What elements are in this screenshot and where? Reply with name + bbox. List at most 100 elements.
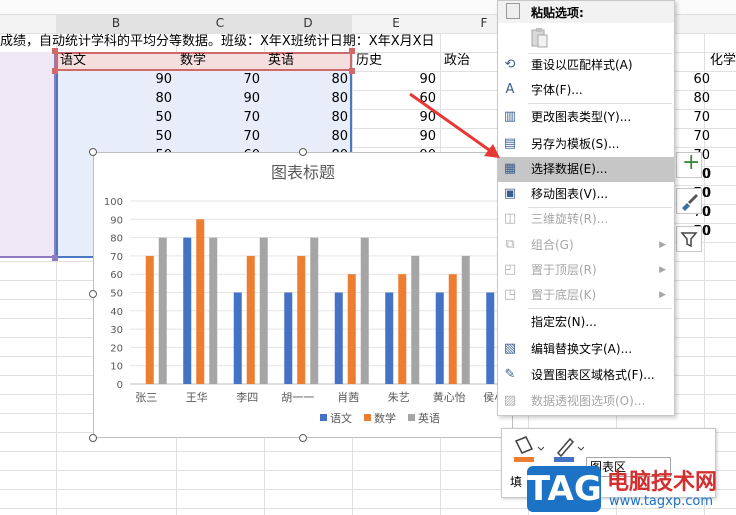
y-tick-label: 70	[110, 252, 123, 263]
chart-resize-handle-tl[interactable]	[89, 148, 97, 156]
data-cell[interactable]: 70	[176, 71, 260, 89]
header-cell-chemistry[interactable]: 化学	[710, 52, 736, 70]
chart-filters-button[interactable]	[676, 226, 702, 252]
header-cell-politics[interactable]: 政治	[444, 52, 470, 70]
paste-options-label: 粘贴选项:	[531, 6, 584, 20]
bar-英语-黄心怡[interactable]	[461, 255, 470, 384]
bar-英语-朱艺[interactable]	[411, 255, 420, 384]
menu-item-13[interactable]: ▨ 数据透视图选项(O)...	[498, 389, 674, 414]
menu-item-2[interactable]: ▥ 更改图表类型(Y)...	[498, 105, 674, 130]
data-cell[interactable]: 70	[676, 128, 710, 146]
chart-title[interactable]: 图表标题	[271, 163, 335, 182]
paint-bucket-icon	[514, 436, 545, 462]
bar-语文-肖茜[interactable]	[334, 292, 343, 385]
data-cell[interactable]: 50	[56, 128, 172, 146]
data-cell-partial[interactable]: 0	[703, 204, 711, 222]
chart-resize-handle-bm[interactable]	[299, 434, 307, 442]
data-cell[interactable]: 50	[56, 109, 172, 127]
chart-elements-button[interactable]: +	[676, 150, 702, 178]
data-cell[interactable]: 80	[264, 109, 348, 127]
bar-数学-黄心怡[interactable]	[448, 274, 457, 384]
bar-数学-胡一一[interactable]	[297, 255, 306, 384]
header-cell-english[interactable]: 英语	[268, 52, 294, 70]
menu-item-8[interactable]: ◰ 置于顶层(R) ▶	[498, 258, 674, 283]
menu-separator	[528, 103, 672, 104]
menu-item-3[interactable]: ▤ 另存为模板(S)...	[498, 132, 674, 157]
chart-resize-handle-ml[interactable]	[89, 290, 97, 298]
menu-item-4[interactable]: ▦ 选择数据(E)...	[498, 157, 674, 182]
y-tick-label: 60	[110, 270, 123, 281]
col-header-b[interactable]: B	[56, 14, 177, 34]
menu-item-6[interactable]: ◫ 三维旋转(R)...	[498, 207, 674, 232]
bar-英语-李四[interactable]	[259, 237, 268, 384]
chart-resize-handle-bl[interactable]	[89, 434, 97, 442]
y-tick-label: 90	[110, 215, 123, 226]
menu-item-0[interactable]: ⟲ 重设以匹配样式(A)	[498, 53, 674, 78]
header-cell-math[interactable]: 数学	[180, 52, 206, 70]
context-menu[interactable]: 粘贴选项: ⟲ 重设以匹配样式(A) A 字体(F)... ▥ 更改图表类型(Y)... ▤…	[497, 0, 675, 416]
data-cell[interactable]: 80	[264, 128, 348, 146]
y-tick-label: 30	[110, 325, 123, 336]
col-header-e[interactable]: E	[352, 14, 441, 34]
data-cell[interactable]: 70	[176, 109, 260, 127]
legend-entry[interactable]: 数学	[374, 411, 396, 425]
column-chart: 图表标题 0 10 20 30 40 50 60 70 80 90 100 张三 王华 李四 胡一一 肖茜 朱…	[104, 163, 512, 425]
chart-styles-button[interactable]	[676, 188, 702, 214]
outline-button[interactable]	[550, 435, 585, 465]
bar-英语-张三[interactable]	[158, 237, 167, 384]
chart-resize-handle-tm[interactable]	[299, 148, 307, 156]
data-cell[interactable]: 70	[176, 128, 260, 146]
fill-button[interactable]	[510, 435, 545, 465]
data-cell[interactable]: 90	[176, 90, 260, 108]
paste-keep-icon[interactable]	[529, 27, 549, 49]
annotation-arrow	[409, 92, 500, 158]
menu-item-1[interactable]: A 字体(F)...	[498, 78, 674, 103]
bar-英语-王华[interactable]	[209, 237, 218, 384]
bar-数学-肖茜[interactable]	[347, 274, 356, 384]
y-tick-label: 10	[110, 362, 123, 373]
sheet-title-cell[interactable]: 成绩，自动统计学科的平均分等数据。班级：X年X班统计日期：X年X月X日	[0, 33, 500, 51]
header-cell-history[interactable]: 历史	[356, 52, 382, 70]
bar-数学-王华[interactable]	[196, 219, 205, 384]
data-cell[interactable]: 80	[56, 90, 172, 108]
bar-语文-王华[interactable]	[183, 237, 192, 384]
reset-style-icon: ⟲	[504, 57, 516, 72]
col-header-d[interactable]: D	[264, 14, 353, 34]
range-handle[interactable]	[52, 255, 58, 261]
data-cell[interactable]: 80	[676, 90, 710, 108]
data-cell[interactable]: 60	[676, 71, 710, 89]
data-cell[interactable]: 70	[676, 109, 710, 127]
data-cell-partial[interactable]: 0	[703, 166, 711, 184]
paste-options-header: 粘贴选项:	[498, 1, 674, 23]
menu-item-5[interactable]: ▣ 移动图表(V)...	[498, 182, 674, 207]
menu-item-12[interactable]: ✎ 设置图表区域格式(F)...	[498, 363, 674, 388]
bar-语文-黄心怡[interactable]	[435, 292, 444, 385]
bar-英语-胡一一[interactable]	[310, 237, 319, 384]
col-header-c[interactable]: C	[176, 14, 265, 34]
bar-语文-胡一一[interactable]	[284, 292, 293, 385]
menu-item-7[interactable]: ⧉ 组合(G) ▶	[498, 233, 674, 258]
bar-数学-张三[interactable]	[145, 255, 154, 384]
menu-item-9[interactable]: ◳ 置于底层(K) ▶	[498, 283, 674, 308]
menu-item-11[interactable]: ▧ 编辑替换文字(A)...	[498, 337, 674, 362]
data-cell-partial[interactable]: 0	[703, 185, 711, 203]
data-cell-partial[interactable]: 0	[703, 223, 711, 241]
bar-语文-侯小磊[interactable]	[486, 292, 495, 385]
bar-英语-肖茜[interactable]	[360, 237, 369, 384]
menu-item-10[interactable]: 指定宏(N)...	[498, 310, 674, 335]
data-cell[interactable]: 80	[264, 71, 348, 89]
col-header-a[interactable]	[0, 14, 57, 34]
data-cell[interactable]: 90	[56, 71, 172, 89]
legend-entry[interactable]: 英语	[418, 411, 440, 425]
bar-数学-李四[interactable]	[246, 255, 255, 384]
bar-语文-李四[interactable]	[233, 292, 242, 385]
legend-entry[interactable]: 语文	[330, 411, 352, 425]
x-tick-label: 黄心怡	[433, 390, 466, 404]
data-cell[interactable]: 80	[264, 90, 348, 108]
header-cell-chinese[interactable]: 语文	[60, 52, 86, 70]
bar-数学-朱艺[interactable]	[398, 274, 407, 384]
x-tick-label: 李四	[236, 390, 258, 404]
bar-语文-朱艺[interactable]	[385, 292, 394, 385]
chart-area[interactable]: 图表标题 0 10 20 30 40 50 60 70 80 90 100 张三 王华 李四 胡一一 肖茜 朱…	[93, 152, 513, 438]
x-tick-label: 张三	[135, 391, 157, 404]
